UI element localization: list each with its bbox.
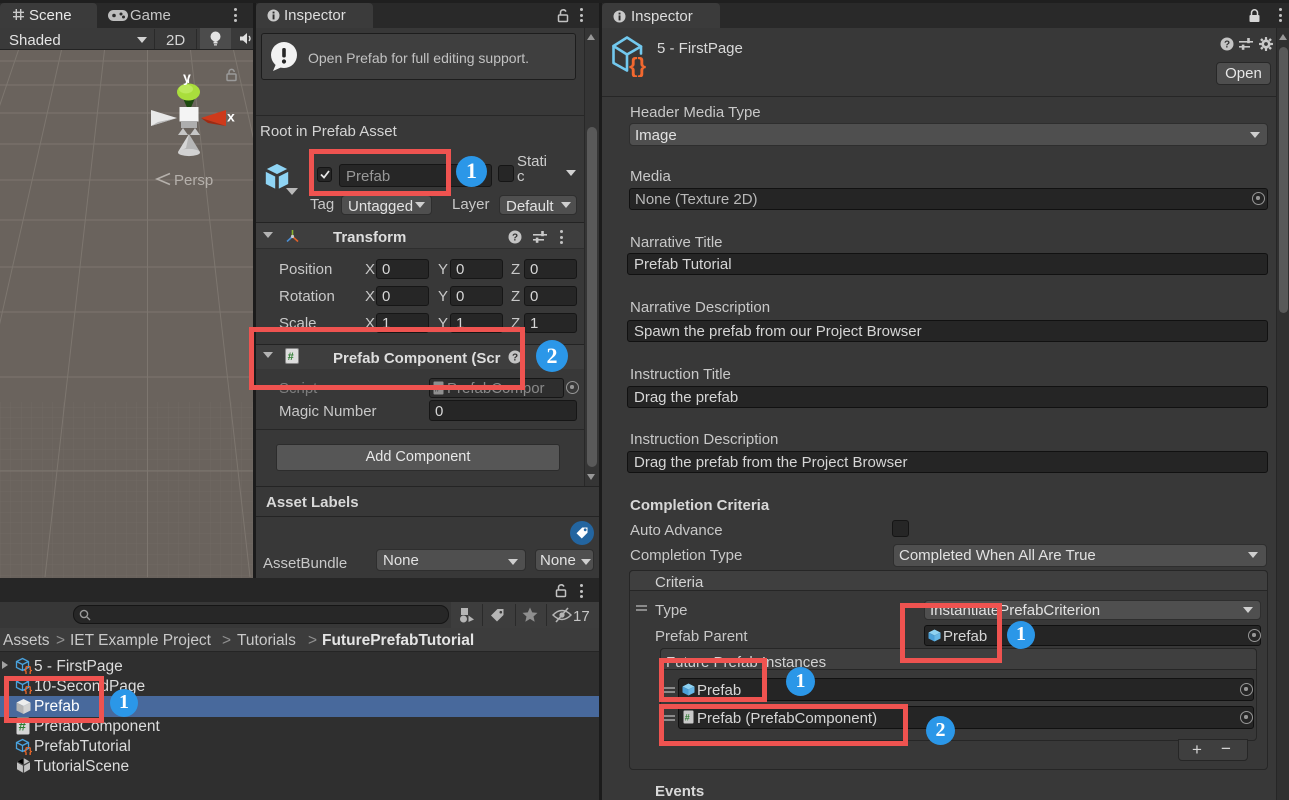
svg-text:{}: {}: [629, 53, 647, 77]
svg-text:{}: {}: [24, 746, 32, 756]
svg-text:Persp: Persp: [174, 172, 213, 189]
svg-text:x: x: [227, 109, 235, 125]
svg-text:?: ?: [1224, 40, 1230, 51]
svg-text:{}: {}: [24, 665, 32, 675]
svg-text:?: ?: [512, 233, 518, 244]
svg-text:y: y: [183, 69, 191, 85]
